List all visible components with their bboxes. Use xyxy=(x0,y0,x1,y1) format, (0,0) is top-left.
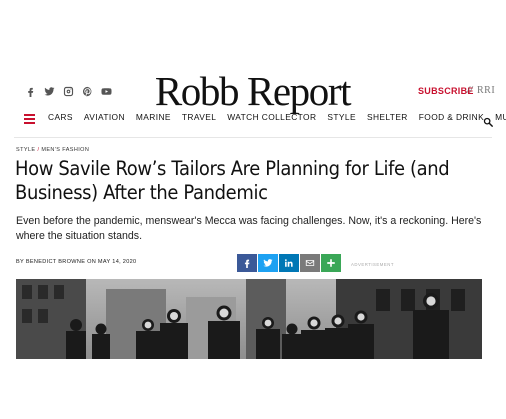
plus-share-icon[interactable] xyxy=(321,254,341,272)
nav-items: CARS AVIATION MARINE TRAVEL WATCH COLLEC… xyxy=(48,112,506,122)
article-headline: How Savile Row’s Tailors Are Planning fo… xyxy=(15,157,450,204)
nav-item-shelter[interactable]: SHELTER xyxy=(367,112,408,122)
nav-item-cars[interactable]: CARS xyxy=(48,112,73,122)
nav-item-food-drink[interactable]: FOOD & DRINK xyxy=(419,112,484,122)
social-links xyxy=(24,85,112,97)
twitter-icon[interactable] xyxy=(43,85,55,97)
nav-item-watch-collector[interactable]: WATCH COLLECTOR xyxy=(227,112,316,122)
linkedin-share-icon[interactable] xyxy=(279,254,299,272)
facebook-share-icon[interactable] xyxy=(237,254,257,272)
hamburger-menu-icon[interactable] xyxy=(24,114,35,124)
twitter-share-icon[interactable] xyxy=(258,254,278,272)
pinterest-icon[interactable] xyxy=(81,85,93,97)
header-separator: // xyxy=(467,85,473,96)
breadcrumb-separator: / xyxy=(37,147,40,153)
rri-link[interactable]: RRI xyxy=(477,85,495,96)
facebook-icon[interactable] xyxy=(24,85,36,97)
hero-photo-illustration xyxy=(16,279,482,359)
youtube-icon[interactable] xyxy=(100,85,112,97)
share-buttons xyxy=(237,254,341,272)
instagram-icon[interactable] xyxy=(62,85,74,97)
nav-item-style[interactable]: STYLE xyxy=(327,112,356,122)
article-dek: Even before the pandemic, menswear's Mec… xyxy=(16,215,482,242)
nav-item-aviation[interactable]: AVIATION xyxy=(84,112,125,122)
breadcrumb-section[interactable]: STYLE xyxy=(16,147,35,153)
article-byline: BY BENEDICT BROWNE ON MAY 14, 2020 xyxy=(16,259,137,265)
nav-item-travel[interactable]: TRAVEL xyxy=(182,112,216,122)
nav-item-muse[interactable]: MUSE xyxy=(495,112,506,122)
breadcrumb: STYLE / MEN'S FASHION xyxy=(16,147,89,153)
breadcrumb-subsection[interactable]: MEN'S FASHION xyxy=(41,147,89,153)
header-divider xyxy=(14,137,492,138)
search-icon[interactable] xyxy=(483,114,493,127)
nav-item-marine[interactable]: MARINE xyxy=(136,112,171,122)
subscribe-link[interactable]: SUBSCRIBE xyxy=(418,86,474,96)
email-share-icon[interactable] xyxy=(300,254,320,272)
hero-image xyxy=(16,279,482,359)
advertisement-label: ADVERTISEMENT xyxy=(351,262,394,267)
main-navigation: CARS AVIATION MARINE TRAVEL WATCH COLLEC… xyxy=(0,106,506,132)
